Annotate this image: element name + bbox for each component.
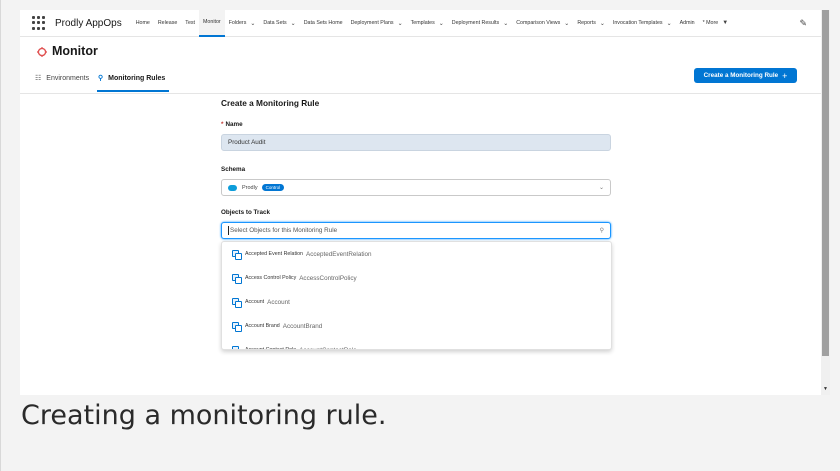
chevron-down-icon[interactable]: ⌄	[503, 20, 508, 27]
nav-item-label: Templates	[410, 20, 435, 26]
nav-item-reports[interactable]: Reports ⌄	[573, 10, 609, 37]
option-api-name: AccountContactRole	[299, 346, 357, 350]
nav-item-label: Release	[157, 20, 178, 26]
nav-item-label: Monitor	[203, 19, 221, 25]
dropdown-option[interactable]: Account Contact Role AccountContactRole	[222, 338, 611, 350]
objects-search-input[interactable]: Select Objects for this Monitoring Rule …	[221, 222, 611, 239]
nav-item-label: Reports	[577, 20, 596, 26]
form-title: Create a Monitoring Rule	[221, 98, 320, 108]
chevron-down-icon[interactable]: ▼	[722, 20, 728, 26]
nav-item-data-sets[interactable]: Data Sets ⌄	[259, 10, 299, 37]
scroll-down-arrow-icon[interactable]: ▼	[822, 386, 829, 392]
option-api-name: AcceptedEventRelation	[306, 250, 372, 258]
active-tab-indicator	[97, 90, 169, 92]
nav-item-release[interactable]: Release	[154, 10, 181, 37]
app-launcher-icon[interactable]	[32, 16, 46, 30]
monitor-icon	[36, 46, 48, 58]
nav-item-monitor[interactable]: Monitor	[199, 10, 225, 37]
plus-icon: +	[782, 70, 788, 81]
option-label: Account Contact Role	[245, 347, 297, 350]
nav-item-label: Invocation Templates	[612, 20, 663, 26]
option-api-name: AccessControlPolicy	[299, 274, 357, 282]
nav-item-test[interactable]: Test	[181, 10, 199, 37]
option-label: Access Control Policy	[245, 275, 297, 281]
chevron-down-icon[interactable]: ⌄	[564, 20, 569, 27]
page-header: Monitor ☷ Environments ⚲ Monitoring Rule…	[20, 38, 821, 98]
search-icon: ⚲	[98, 75, 104, 82]
objects-dropdown-list: Accepted Event Relation AcceptedEventRela…	[221, 241, 612, 350]
object-icon	[232, 346, 240, 349]
name-input[interactable]: Product Audit	[221, 134, 611, 151]
schema-label: Schema	[221, 166, 246, 173]
tab-environments-label: Environments	[46, 74, 90, 82]
option-api-name: Account	[267, 298, 290, 306]
nav-item-label: Deployment Results	[451, 20, 500, 26]
chevron-down-icon[interactable]: ⌄	[250, 20, 255, 27]
dropdown-option[interactable]: Account Brand AccountBrand	[222, 314, 611, 338]
global-navbar: Prodly AppOps Home Release Test Monitor Fold…	[20, 10, 821, 37]
grid-icon: ☷	[35, 75, 42, 82]
nav-item-label: Data Sets Home	[303, 20, 343, 26]
page-title: Monitor	[52, 44, 98, 58]
nav-item-deployment-results[interactable]: Deployment Results ⌄	[448, 10, 512, 37]
chevron-down-icon[interactable]: ⌄	[439, 20, 444, 27]
nav-item-label: Deployment Plans	[350, 20, 394, 26]
nav-item-label: Comparison Views	[516, 20, 561, 26]
nav-item-deployment-plans[interactable]: Deployment Plans ⌄	[347, 10, 407, 37]
object-icon	[232, 298, 242, 308]
nav-item-admin[interactable]: Admin	[676, 10, 699, 37]
chevron-down-icon[interactable]: ⌄	[398, 20, 403, 27]
option-label: Accepted Event Relation	[245, 251, 304, 257]
option-label: Account	[245, 299, 265, 305]
nav-item-templates[interactable]: Templates ⌄	[407, 10, 448, 37]
objects-placeholder: Select Objects for this Monitoring Rule	[230, 227, 338, 234]
dropdown-option[interactable]: Access Control Policy AccessControlPolicy	[222, 266, 611, 290]
chevron-down-icon[interactable]: ⌄	[600, 20, 605, 27]
object-icon	[232, 274, 242, 284]
nav-item-label: Data Sets	[263, 20, 287, 26]
nav-item-label: * More	[702, 20, 719, 26]
page-scrollbar[interactable]: ▼	[821, 10, 830, 395]
nav-item-home[interactable]: Home	[132, 10, 154, 37]
create-monitoring-rule-button[interactable]: Create a Monitoring Rule +	[694, 68, 797, 83]
nav-item-label: Test	[185, 20, 196, 26]
edit-nav-pencil-icon[interactable]: ✎	[799, 18, 807, 29]
object-icon	[232, 322, 242, 332]
nav-item-comparison-views[interactable]: Comparison Views ⌄	[512, 10, 573, 37]
chevron-down-icon[interactable]: ⌄	[667, 20, 672, 27]
nav-item-label: Admin	[679, 20, 695, 26]
nav-item-folders[interactable]: Folders ⌄	[225, 10, 260, 37]
tab-environments[interactable]: ☷ Environments	[35, 71, 89, 85]
chevron-down-icon: ⌄	[598, 185, 604, 191]
nav-item-label: Folders	[228, 20, 247, 26]
schema-select[interactable]: Prodly Control ⌄	[221, 179, 611, 196]
caption: Creating a monitoring rule.	[21, 400, 387, 431]
nav-item-label: Home	[135, 20, 150, 26]
create-button-label: Create a Monitoring Rule	[703, 72, 779, 79]
dropdown-option[interactable]: Account Account	[222, 290, 611, 314]
object-icon	[232, 250, 242, 260]
app-window: Prodly AppOps Home Release Test Monitor Fold…	[20, 10, 821, 395]
name-label: Name	[225, 121, 243, 128]
tab-monitoring-rules-label: Monitoring Rules	[108, 74, 166, 82]
header-divider	[20, 93, 821, 94]
nav-item-data-sets-home[interactable]: Data Sets Home	[300, 10, 347, 37]
control-badge: Control	[261, 184, 285, 191]
text-cursor	[228, 226, 229, 235]
scrollbar-thumb[interactable]	[822, 10, 829, 356]
tab-monitoring-rules[interactable]: ⚲ Monitoring Rules	[98, 71, 165, 85]
objects-label: Objects to Track	[221, 209, 270, 216]
search-icon: ⚲	[599, 228, 604, 234]
option-api-name: AccountBrand	[282, 322, 323, 330]
chevron-down-icon[interactable]: ⌄	[291, 20, 296, 27]
app-name: Prodly AppOps	[55, 17, 122, 29]
nav-item-more[interactable]: * More ▼	[699, 10, 733, 37]
option-label: Account Brand	[245, 323, 280, 329]
required-marker: *	[221, 121, 224, 128]
dropdown-option[interactable]: Accepted Event Relation AcceptedEventRela…	[222, 242, 611, 266]
salesforce-cloud-icon	[228, 184, 237, 191]
schema-value: Prodly	[242, 184, 258, 191]
name-label-row: * Name	[221, 121, 243, 128]
nav-item-invocation-templates[interactable]: Invocation Templates ⌄	[609, 10, 676, 37]
